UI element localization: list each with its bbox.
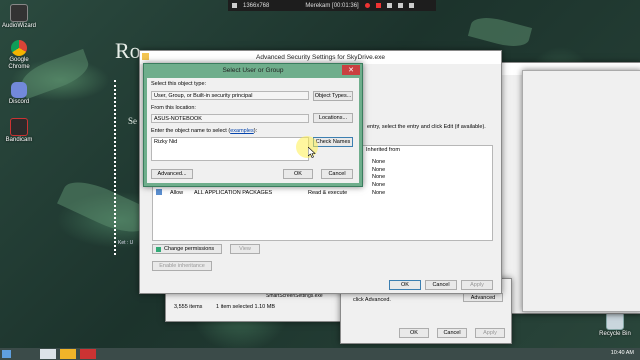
- change-permissions-label: Change permissions: [164, 246, 215, 252]
- enter-name-label-text: Enter the object name to select: [151, 128, 227, 134]
- recorder-screen-icon: [232, 3, 237, 8]
- record-icon[interactable]: [364, 3, 370, 8]
- recorder-status: Merekam [00:01:36]: [305, 2, 359, 9]
- permission-row[interactable]: Allow ALL APPLICATION PACKAGES Read & ex…: [154, 189, 387, 197]
- perm-principal: ALL APPLICATION PACKAGES: [194, 190, 273, 197]
- explorer-status-selected: 1 item selected 1.10 MB: [216, 304, 276, 310]
- location-field: ASUS-NOTEBOOK: [151, 114, 309, 123]
- enable-inheritance-button[interactable]: Enable inheritance: [152, 261, 212, 271]
- audiowizard-icon: [10, 4, 28, 22]
- select-user-titlebar: Select User or Group ✕: [144, 64, 362, 77]
- perm-inherited: None: [372, 190, 386, 197]
- desktop-icon-recycle-bin[interactable]: Recycle Bin: [598, 312, 632, 338]
- desktop-icon-label: Recycle Bin: [599, 331, 631, 337]
- instruction-text: entry, select the entry and click Edit (…: [367, 124, 486, 130]
- adv-cancel-button[interactable]: Cancel: [425, 280, 457, 290]
- recorder-resolution: 1366x768: [243, 2, 270, 9]
- advanced-security-title: Advanced Security Settings for SkyDrive.…: [256, 54, 385, 61]
- object-types-button[interactable]: Object Types...: [313, 91, 353, 101]
- taskbar: 10:40 AM: [0, 348, 640, 360]
- chrome-icon: [11, 40, 27, 56]
- change-permissions-button[interactable]: Change permissions: [152, 244, 222, 254]
- pen-icon[interactable]: [397, 3, 403, 8]
- dotted-divider: [114, 80, 119, 255]
- explorer-status-items: 3,555 items: [174, 304, 203, 310]
- desktop-side-text: Se: [128, 116, 137, 126]
- bandicam-icon: [10, 118, 28, 136]
- perm-inherited: None: [372, 174, 386, 181]
- packages-icon: [156, 189, 162, 196]
- perm-inherited: None: [372, 158, 386, 165]
- desktop-heading: Ro: [115, 38, 141, 63]
- properties-apply-button[interactable]: Apply: [475, 328, 505, 338]
- close-icon[interactable]: ✕: [342, 65, 360, 75]
- desktop-icon-bandicam[interactable]: Bandicam: [2, 118, 36, 144]
- taskbar-app-explorer[interactable]: [40, 349, 56, 359]
- examples-link[interactable]: examples: [230, 128, 254, 134]
- taskbar-clock: 10:40 AM: [610, 350, 634, 356]
- perm-inherited: None: [372, 166, 386, 173]
- dialog-cancel-button[interactable]: Cancel: [321, 169, 353, 179]
- enter-name-label: Enter the object name to select (example…: [151, 128, 258, 134]
- discord-icon: [11, 82, 27, 98]
- location-label: From this location:: [151, 105, 196, 111]
- object-type-label: Select this object type:: [151, 81, 207, 87]
- wallpaper-leaf: [467, 12, 533, 52]
- taskbar-app-bandicam[interactable]: [80, 349, 96, 359]
- advanced-button[interactable]: Advanced...: [151, 169, 193, 179]
- properties-cancel-button[interactable]: Cancel: [437, 328, 467, 338]
- perm-access: Read & execute: [308, 190, 348, 197]
- object-name-input[interactable]: Rizky Nid: [151, 137, 309, 161]
- properties-ok-button[interactable]: OK: [399, 328, 429, 338]
- locations-button[interactable]: Locations...: [313, 113, 353, 123]
- close-icon[interactable]: [408, 3, 414, 8]
- desktop-icon-label: Google Chrome: [8, 57, 30, 70]
- adv-apply-button[interactable]: Apply: [461, 280, 493, 290]
- properties-text: click Advanced.: [353, 297, 391, 303]
- desktop-icon-chrome[interactable]: Google Chrome: [2, 40, 36, 71]
- inherited-from-header: Inherited from: [366, 147, 400, 153]
- desktop-icon-label: Bandicam: [5, 137, 33, 143]
- select-user-dialog: Select User or Group ✕ Select this objec…: [143, 63, 363, 187]
- properties-advanced-button[interactable]: Advanced: [463, 293, 503, 302]
- desktop-icon-audiowizard[interactable]: AudioWizard: [2, 4, 36, 30]
- desktop-footer-text: Ket : U: [118, 240, 134, 246]
- recorder-toolbar: 1366x768 Merekam [00:01:36]: [228, 0, 436, 11]
- folder-icon: [142, 53, 149, 60]
- recycle-bin-icon: [606, 312, 624, 330]
- stop-icon[interactable]: [375, 3, 381, 8]
- perm-type: Allow: [170, 190, 184, 197]
- dialog-body: Select this object type: User, Group, or…: [147, 78, 359, 183]
- adv-ok-button[interactable]: OK: [389, 280, 421, 290]
- desktop-icon-discord[interactable]: Discord: [2, 82, 36, 106]
- select-user-title: Select User or Group: [222, 67, 284, 74]
- perm-inherited: None: [372, 182, 386, 189]
- view-button[interactable]: View: [230, 244, 260, 254]
- camera-icon[interactable]: [386, 3, 392, 8]
- start-button[interactable]: [2, 350, 11, 358]
- mouse-cursor-icon: [308, 147, 316, 158]
- dialog-ok-button[interactable]: OK: [283, 169, 313, 179]
- desktop-icon-label: Discord: [8, 99, 30, 105]
- object-type-field: User, Group, or Built-in security princi…: [151, 91, 309, 100]
- taskbar-app-folder[interactable]: [60, 349, 76, 359]
- shield-icon: [156, 246, 161, 252]
- window-back-right: [522, 70, 640, 312]
- check-names-button[interactable]: Check Names: [313, 137, 353, 147]
- desktop-icon-label: AudioWizard: [2, 23, 37, 29]
